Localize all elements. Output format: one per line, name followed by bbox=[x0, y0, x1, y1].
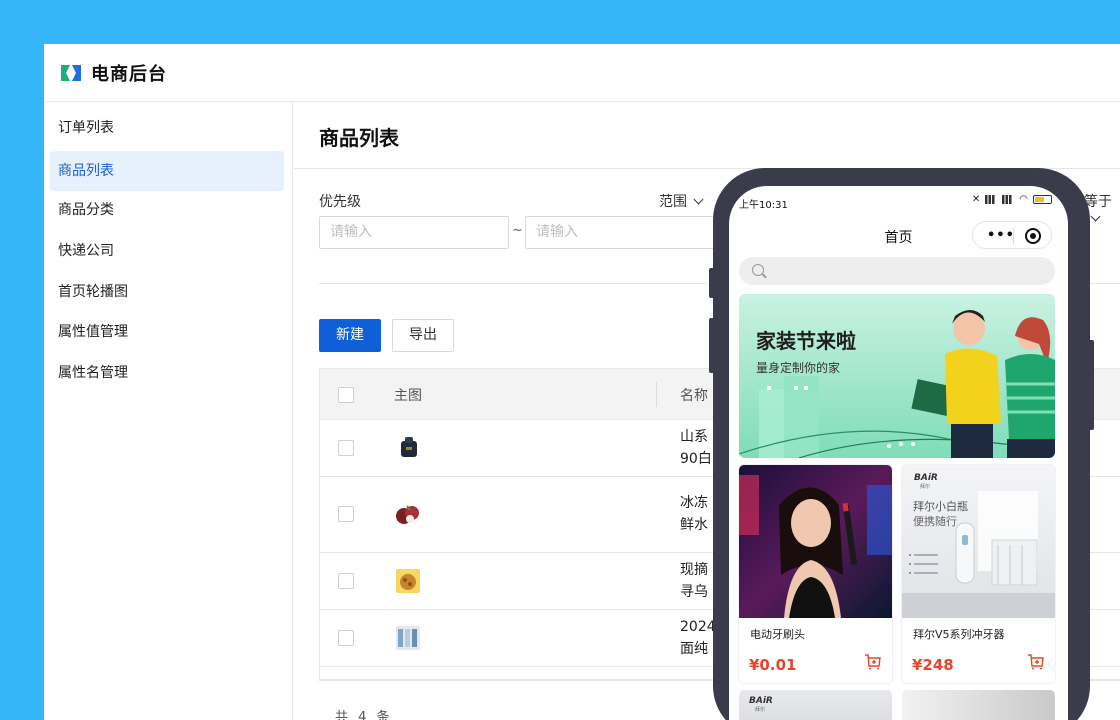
product-name-line: 2024 bbox=[680, 619, 716, 635]
promo-banner[interactable]: 家装节来啦 量身定制你的家 bbox=[739, 294, 1055, 458]
priority-max-input[interactable]: 请输入 bbox=[525, 216, 715, 249]
product-card[interactable]: BAiR 拜尔 拜尔小白瓶 便携随行 拜尔V5系列冲牙器 ¥248 bbox=[902, 465, 1055, 683]
mobile-search-input[interactable] bbox=[739, 257, 1055, 285]
range-separator: ~ bbox=[512, 223, 523, 238]
product-name-line: 寻乌 bbox=[680, 584, 708, 600]
product-name-line: 现摘 bbox=[680, 562, 708, 578]
capsule-menu[interactable]: ••• bbox=[972, 221, 1052, 249]
product-thumbnail bbox=[396, 569, 420, 593]
product-image: BAiR 拜尔 拜尔小白瓶 便携随行 bbox=[902, 465, 1055, 618]
banner-illustration bbox=[739, 310, 1055, 458]
mute-icon: ✕ bbox=[971, 194, 981, 205]
brand-logo: BAiR bbox=[749, 696, 773, 706]
sidebar-item-attr-values[interactable]: 属性值管理 bbox=[50, 312, 284, 352]
status-icons: ✕ ◠ bbox=[972, 194, 1052, 205]
product-name: 现摘 寻乌 bbox=[680, 559, 708, 603]
select-all-checkbox[interactable] bbox=[338, 387, 354, 403]
sidebar-item-categories[interactable]: 商品分类 bbox=[50, 190, 284, 230]
sidebar-item-couriers[interactable]: 快递公司 bbox=[50, 231, 284, 271]
sidebar-item-carousel[interactable]: 首页轮播图 bbox=[50, 272, 284, 312]
wifi-icon: ◠ bbox=[1019, 194, 1028, 205]
sidebar-item-products[interactable]: 商品列表 bbox=[50, 151, 284, 191]
sidebar-item-attr-names[interactable]: 属性名管理 bbox=[50, 353, 284, 393]
product-thumbnail bbox=[401, 437, 417, 457]
product-price: ¥248 bbox=[912, 656, 954, 674]
product-name-line: 面纯 bbox=[680, 641, 708, 657]
new-button[interactable]: 新建 bbox=[319, 319, 381, 352]
product-name: 拜尔V5系列冲牙器 bbox=[913, 628, 1005, 641]
battery-icon bbox=[1033, 195, 1052, 204]
column-header-name: 名称 bbox=[680, 388, 708, 404]
range-select[interactable]: 范围 bbox=[659, 191, 704, 211]
priority-label: 优先级 bbox=[319, 194, 361, 210]
status-time: 上午10:31 bbox=[739, 200, 788, 211]
product-name: 2024 面纯 bbox=[680, 616, 716, 660]
product-name-line: 鲜水 bbox=[680, 517, 708, 533]
phone-side-button bbox=[1088, 340, 1094, 430]
product-name-line: 冰冻 bbox=[680, 495, 708, 511]
product-image-headline: 拜尔小白瓶 bbox=[913, 500, 968, 513]
brand-logo-subtext: 拜尔 bbox=[755, 707, 766, 713]
chevron-down-icon bbox=[1090, 211, 1101, 222]
sidebar: 订单列表 商品列表 商品分类 快递公司 首页轮播图 属性值管理 属性名管理 bbox=[44, 102, 293, 720]
signal-icon bbox=[1002, 195, 1015, 204]
product-name-line: 90白 bbox=[680, 451, 712, 467]
product-name: 电动牙刷头 bbox=[750, 628, 805, 641]
total-count: 共 4 条 bbox=[335, 710, 393, 720]
banner-subtitle: 量身定制你的家 bbox=[756, 361, 841, 375]
chevron-down-icon bbox=[693, 194, 704, 205]
phone-side-button bbox=[709, 268, 715, 298]
product-photo-toothbrush bbox=[739, 465, 892, 618]
row-checkbox[interactable] bbox=[338, 506, 354, 522]
phone-side-button bbox=[709, 318, 715, 373]
product-name: 冰冻 鲜水 bbox=[680, 492, 708, 536]
priority-min-input[interactable]: 请输入 bbox=[319, 216, 509, 249]
product-card[interactable]: 电动牙刷头 ¥0.01 bbox=[739, 465, 892, 683]
brand-title: 电商后台 bbox=[91, 63, 167, 85]
phone-mockup: 上午10:31 ✕ ◠ 首页 ••• 家装节来啦 量身定制你的家 电动牙刷头 ¥… bbox=[709, 168, 1094, 720]
sidebar-item-orders[interactable]: 订单列表 bbox=[50, 108, 284, 148]
column-header-image: 主图 bbox=[394, 388, 422, 404]
export-button[interactable]: 导出 bbox=[392, 319, 454, 352]
add-to-cart-icon[interactable] bbox=[864, 654, 882, 670]
capsule-divider bbox=[1013, 228, 1014, 244]
banner-title: 家装节来啦 bbox=[756, 329, 856, 353]
row-checkbox[interactable] bbox=[338, 440, 354, 456]
top-bar: 电商后台 bbox=[44, 44, 1120, 102]
signal-icon bbox=[985, 195, 998, 204]
product-thumbnail bbox=[396, 626, 420, 650]
more-icon[interactable]: ••• bbox=[987, 228, 1015, 243]
brand-logo-subtext: 拜尔 bbox=[920, 484, 931, 490]
product-card[interactable] bbox=[902, 690, 1055, 720]
row-checkbox[interactable] bbox=[338, 573, 354, 589]
product-name: 山系 90白 bbox=[680, 426, 712, 470]
brand-logo: BAiR bbox=[914, 473, 938, 483]
row-checkbox[interactable] bbox=[338, 630, 354, 646]
close-target-icon[interactable] bbox=[1025, 228, 1041, 244]
column-separator bbox=[656, 382, 657, 407]
product-image bbox=[739, 465, 892, 618]
page-title: 商品列表 bbox=[319, 126, 399, 150]
logo-icon bbox=[61, 64, 81, 81]
product-card[interactable]: BAiR 拜尔 bbox=[739, 690, 892, 720]
search-icon bbox=[752, 264, 764, 276]
product-thumbnail bbox=[396, 505, 419, 524]
product-price: ¥0.01 bbox=[749, 656, 797, 674]
phone-screen: 上午10:31 ✕ ◠ 首页 ••• 家装节来啦 量身定制你的家 电动牙刷头 ¥… bbox=[729, 186, 1068, 720]
product-name-line: 山系 bbox=[680, 429, 708, 445]
add-to-cart-icon[interactable] bbox=[1027, 654, 1045, 670]
range-select-value: 范围 bbox=[659, 194, 687, 210]
product-image-tagline: 便携随行 bbox=[913, 515, 957, 528]
